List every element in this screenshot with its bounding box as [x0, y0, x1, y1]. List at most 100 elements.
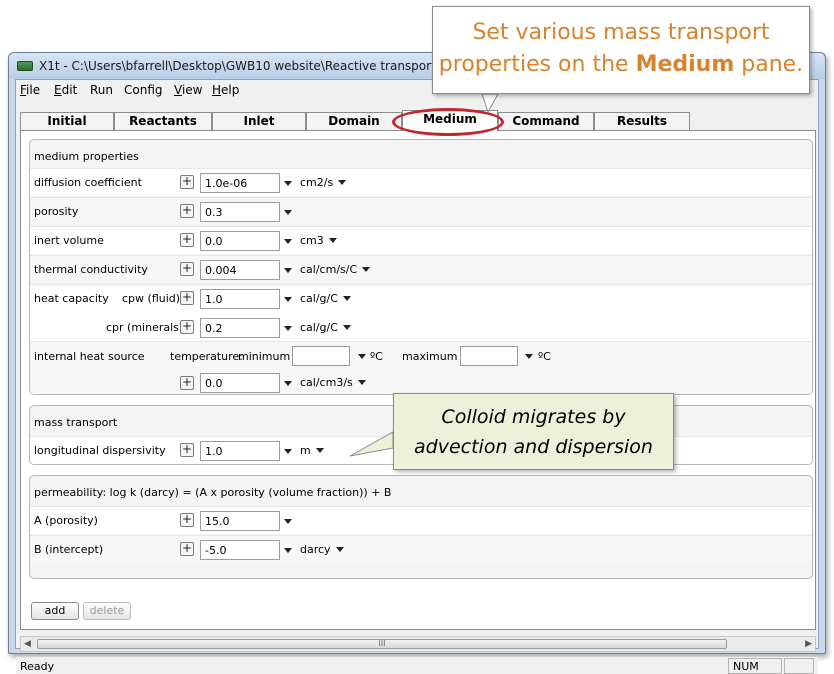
chevron-down-icon[interactable] — [342, 296, 351, 301]
tab-command[interactable]: Command — [498, 112, 594, 130]
dispersivity-label: longitudinal dispersivity — [34, 444, 166, 457]
add-button[interactable]: add — [31, 602, 79, 620]
menu-run[interactable]: Run — [90, 83, 113, 97]
app-window: X1t - C:\Users\bfarrell\Desktop\GWB10 we… — [8, 52, 826, 674]
heat-source-field[interactable]: 0.0 — [200, 373, 280, 393]
medium-properties-section: medium properties diffusion coefficient … — [29, 139, 813, 395]
dispersivity-unit[interactable]: m — [300, 444, 324, 457]
callout-text-post: pane. — [734, 52, 804, 77]
chevron-down-icon[interactable] — [357, 380, 366, 385]
minimum-label: minimum — [238, 350, 291, 363]
b-intercept-dropdown-icon[interactable] — [284, 548, 292, 553]
chevron-down-icon[interactable] — [315, 448, 324, 453]
chevron-down-icon[interactable] — [338, 180, 347, 185]
cpr-add-icon[interactable]: + — [180, 320, 194, 334]
scroll-left-icon[interactable]: ◀ — [24, 639, 31, 649]
dispersivity-field[interactable]: 1.0 — [200, 441, 280, 461]
tab-domain[interactable]: Domain — [306, 112, 402, 130]
porosity-dropdown-icon[interactable] — [284, 210, 292, 215]
menu-view[interactable]: View — [174, 83, 202, 97]
cpw-dropdown-icon[interactable] — [284, 297, 292, 302]
dispersivity-dropdown-icon[interactable] — [284, 449, 292, 454]
temp-min-field[interactable] — [292, 346, 350, 366]
app-icon — [17, 61, 33, 71]
diffusion-unit[interactable]: cm2/s — [300, 176, 347, 189]
menu-help[interactable]: Help — [212, 83, 239, 97]
cpw-unit[interactable]: cal/g/C — [300, 292, 351, 305]
tab-reactants[interactable]: Reactants — [114, 112, 212, 130]
status-bar: Ready NUM — [16, 656, 818, 674]
row-thermal-conductivity: thermal conductivity + 0.004 cal/cm/s/C — [30, 255, 812, 283]
cpr-unit[interactable]: cal/g/C — [300, 321, 351, 334]
thermal-conductivity-add-icon[interactable]: + — [180, 262, 194, 276]
diffusion-label: diffusion coefficient — [34, 176, 142, 189]
row-b-intercept: B (intercept) + -5.0 darcy — [30, 535, 812, 563]
tab-initial[interactable]: Initial — [20, 112, 114, 130]
temp-min-unit: ºC — [370, 350, 383, 363]
delete-button[interactable]: delete — [83, 602, 131, 620]
cpr-dropdown-icon[interactable] — [284, 326, 292, 331]
inert-volume-add-icon[interactable]: + — [180, 233, 194, 247]
window-title: X1t - C:\Users\bfarrell\Desktop\GWB10 we… — [39, 59, 436, 73]
a-porosity-field[interactable]: 15.0 — [200, 511, 280, 531]
cpr-field[interactable]: 0.2 — [200, 318, 280, 338]
heat-source-dropdown-icon[interactable] — [284, 381, 292, 386]
inert-volume-field[interactable]: 0.0 — [200, 231, 280, 251]
thermal-conductivity-label: thermal conductivity — [34, 263, 148, 276]
row-internal-heat: internal heat source temperature: minimu… — [30, 341, 812, 394]
dispersivity-add-icon[interactable]: + — [180, 443, 194, 457]
scroll-thumb[interactable]: III — [37, 639, 727, 649]
temp-max-dropdown-icon[interactable] — [525, 354, 533, 359]
maximum-label: maximum — [402, 350, 458, 363]
chevron-down-icon[interactable] — [335, 547, 344, 552]
row-inert-volume: inert volume + 0.0 cm3 — [30, 226, 812, 254]
heat-source-add-icon[interactable]: + — [180, 376, 194, 390]
cpw-add-icon[interactable]: + — [180, 291, 194, 305]
medium-panel: medium properties diffusion coefficient … — [20, 130, 816, 630]
b-intercept-field[interactable]: -5.0 — [200, 540, 280, 560]
chevron-down-icon[interactable] — [342, 325, 351, 330]
horizontal-scrollbar[interactable]: ◀ III ▶ — [20, 636, 816, 652]
tab-results[interactable]: Results — [594, 112, 690, 130]
internal-heat-label: internal heat source — [34, 350, 145, 363]
status-cell — [784, 658, 814, 674]
permeability-section: permeability: log k (darcy) = (A x poros… — [29, 475, 813, 579]
diffusion-dropdown-icon[interactable] — [284, 181, 292, 186]
a-porosity-dropdown-icon[interactable] — [284, 519, 292, 524]
scroll-right-icon[interactable]: ▶ — [805, 639, 812, 649]
section-header: mass transport — [34, 416, 118, 429]
section-header: medium properties — [34, 150, 139, 163]
chevron-down-icon[interactable] — [362, 267, 371, 272]
cpr-label: cpr (minerals) — [106, 321, 184, 334]
thermal-conductivity-dropdown-icon[interactable] — [284, 268, 292, 273]
row-diffusion: diffusion coefficient + 1.0e-06 cm2/s — [30, 168, 812, 196]
porosity-field[interactable]: 0.3 — [200, 202, 280, 222]
temp-min-dropdown-icon[interactable] — [358, 354, 366, 359]
inert-volume-unit[interactable]: cm3 — [300, 234, 337, 247]
client-area: File Edit Run Config View Help Initial R… — [15, 79, 819, 674]
heat-source-unit[interactable]: cal/cm3/s — [300, 376, 366, 389]
row-a-porosity: A (porosity) + 15.0 — [30, 506, 812, 534]
row-heat-capacity: heat capacity cpw (fluid) + 1.0 cal/g/C … — [30, 284, 812, 341]
inert-volume-dropdown-icon[interactable] — [284, 239, 292, 244]
menu-file[interactable]: File — [20, 83, 40, 97]
chevron-down-icon[interactable] — [328, 238, 337, 243]
cpw-label: cpw (fluid) — [122, 292, 181, 305]
porosity-add-icon[interactable]: + — [180, 204, 194, 218]
tab-inlet[interactable]: Inlet — [212, 112, 306, 130]
colloid-callout: Colloid migrates by advection and disper… — [393, 393, 674, 470]
b-intercept-unit[interactable]: darcy — [300, 543, 344, 556]
thermal-conductivity-unit[interactable]: cal/cm/s/C — [300, 263, 371, 276]
a-porosity-label: A (porosity) — [34, 514, 98, 527]
temp-max-field[interactable] — [460, 346, 518, 366]
menu-config[interactable]: Config — [124, 83, 163, 97]
a-porosity-add-icon[interactable]: + — [180, 513, 194, 527]
b-intercept-label: B (intercept) — [34, 543, 104, 556]
diffusion-add-icon[interactable]: + — [180, 175, 194, 189]
diffusion-field[interactable]: 1.0e-06 — [200, 173, 280, 193]
medium-tab-highlight — [392, 108, 504, 136]
thermal-conductivity-field[interactable]: 0.004 — [200, 260, 280, 280]
menu-edit[interactable]: Edit — [54, 83, 77, 97]
b-intercept-add-icon[interactable]: + — [180, 542, 194, 556]
cpw-field[interactable]: 1.0 — [200, 289, 280, 309]
